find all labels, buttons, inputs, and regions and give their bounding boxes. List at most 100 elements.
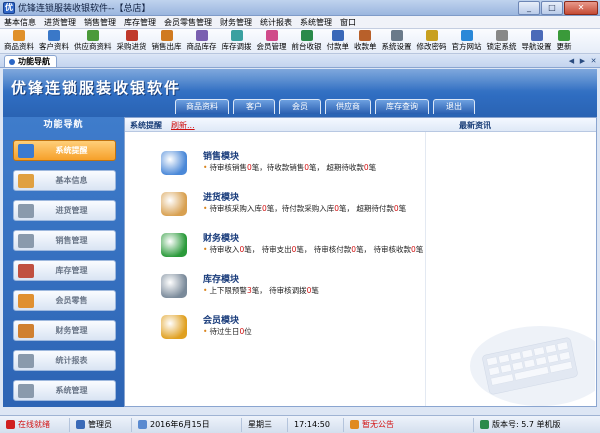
refresh-link[interactable]: 刷新... <box>171 120 195 131</box>
menu-sales[interactable]: 销售管理 <box>80 17 120 28</box>
sidebar-item-label: 系统提醒 <box>55 146 88 155</box>
module-title: 进货模块 <box>203 193 240 203</box>
module-book[interactable]: 销售模块 • 待审核销售0笔，待收款销售0笔， 超期待收款0笔 <box>161 149 461 185</box>
toolbar-transfer-button[interactable]: 库存调拨 <box>220 29 254 51</box>
menu-finance[interactable]: 财务管理 <box>216 17 256 28</box>
version-icon <box>480 420 489 429</box>
bullet-icon: • <box>203 163 208 172</box>
tab-next-icon[interactable]: ▶ <box>578 57 587 66</box>
banner-nav-tab[interactable]: 库存查询 <box>375 99 429 114</box>
toolbar-label: 商品库存 <box>186 42 217 51</box>
banner-nav: 商品资料 客户 会员 供应商 库存查询 退出 <box>175 99 479 114</box>
product-icon <box>13 30 25 41</box>
close-button[interactable]: ✕ <box>564 0 598 15</box>
menu-system[interactable]: 系统管理 <box>296 17 336 28</box>
toolbar-label: 客户资料 <box>39 42 69 51</box>
toolbar-password-button[interactable]: 修改密码 <box>415 29 449 51</box>
toolbar-nav-settings-button[interactable]: 导航设置 <box>520 29 554 51</box>
tab-close-icon[interactable]: ✕ <box>589 57 598 66</box>
receipt-icon <box>359 30 372 41</box>
customer-icon <box>48 30 60 41</box>
module-detail-text: 待审核销售 <box>209 163 247 172</box>
toolbar-label: 付款单 <box>326 42 350 51</box>
status-notice[interactable]: 暂无公告 <box>344 417 474 432</box>
box-icon <box>161 192 187 216</box>
toolbar-label: 库存调拨 <box>221 42 252 51</box>
toolbar-stock-button[interactable]: 商品库存 <box>185 29 219 51</box>
bullet-icon: • <box>203 327 208 336</box>
module-detail-text: 待过生日 <box>209 327 240 336</box>
toolbar-cashier-button[interactable]: 前台收银 <box>290 29 324 51</box>
purchase-mgmt-icon <box>18 203 34 218</box>
sidebar-item-member-retail[interactable]: 会员零售 <box>13 290 116 311</box>
main-panel: 系统提醒 刷新... 最新资讯 销售模块 • 待审核销售0笔，待收款销售0笔， 超期… <box>124 117 597 407</box>
module-title: 销售模块 <box>203 152 240 162</box>
lock-icon <box>495 30 508 41</box>
toolbar-payment-button[interactable]: 付款单 <box>325 29 352 51</box>
basic-info-icon <box>18 173 34 188</box>
banner-title: 优锋连锁服装收银软件 <box>11 79 182 97</box>
module-detail-text: 笔， 超期待收款 <box>309 163 364 172</box>
toolbar-label: 系统设置 <box>381 42 412 51</box>
menu-stock[interactable]: 库存管理 <box>120 17 160 28</box>
bullet-icon: • <box>203 204 208 213</box>
toolbar-purchase-button[interactable]: 采购进货 <box>115 29 149 51</box>
module-detail-text: 笔 <box>368 163 377 172</box>
menu-purchase[interactable]: 进货管理 <box>40 17 80 28</box>
banner-nav-tab[interactable]: 客户 <box>233 99 275 114</box>
status-version: 版本号: 5.7 单机版 <box>474 418 600 432</box>
status-operator: 管理员 <box>70 417 132 432</box>
toolbar-customer-button[interactable]: 客户资料 <box>37 29 71 51</box>
sidebar-item-label: 统计报表 <box>55 356 88 365</box>
toolbar-sales-out-button[interactable]: 销售出库 <box>150 29 184 51</box>
sidebar-item-reminder[interactable]: 系统提醒 <box>13 140 116 161</box>
sidebar-item-stock-mgmt[interactable]: 库存管理 <box>13 260 116 281</box>
title-bar: 优 优锋连锁服装收银软件--【总店】 _ □ ✕ <box>0 0 600 16</box>
menu-member-retail[interactable]: 会员零售管理 <box>160 17 216 28</box>
toolbar-website-button[interactable]: 官方网站 <box>450 29 484 51</box>
tab-label: 功能导航 <box>18 57 50 66</box>
calendar-icon <box>138 420 147 429</box>
toolbar-settings-button[interactable]: 系统设置 <box>380 29 414 51</box>
module-box[interactable]: 进货模块 • 待审核采购入库0笔，待付款采购入库0笔， 超期待付款0笔 <box>161 190 461 226</box>
chat-icon <box>161 315 187 339</box>
module-database[interactable]: 库存模块 • 上下限预警3笔， 待审核调拨0笔 <box>161 272 461 308</box>
toolbar-label: 导航设置 <box>521 42 552 51</box>
module-chat[interactable]: 会员模块 • 待过生日0位 <box>161 313 461 349</box>
banner-nav-tab[interactable]: 商品资料 <box>175 99 229 114</box>
toolbar-update-button[interactable]: 更新 <box>555 29 574 51</box>
status-ready-icon <box>6 420 15 429</box>
toolbar-label: 官方网站 <box>451 42 482 51</box>
sidebar-item-label: 系统管理 <box>55 386 88 395</box>
status-weekday: 星期三 <box>242 417 288 432</box>
toolbar-product-button[interactable]: 商品资料 <box>2 29 36 51</box>
sidebar-item-basic-info[interactable]: 基本信息 <box>13 170 116 191</box>
status-time: 17:14:50 <box>288 417 344 432</box>
sidebar-item-purchase-mgmt[interactable]: 进货管理 <box>13 200 116 221</box>
menu-window[interactable]: 窗口 <box>336 17 360 28</box>
sidebar-item-label: 进货管理 <box>55 206 88 215</box>
toolbar-lock-button[interactable]: 锁定系统 <box>485 29 519 51</box>
tab-function-nav[interactable]: 功能导航 <box>4 55 57 67</box>
toolbar-receipt-button[interactable]: 收款单 <box>352 29 379 51</box>
toolbar-label: 供应商资料 <box>74 42 112 51</box>
sidebar-item-finance-mgmt[interactable]: 财务管理 <box>13 320 116 341</box>
sidebar-item-report[interactable]: 统计报表 <box>13 350 116 371</box>
status-operator-text: 管理员 <box>88 420 112 429</box>
menu-basic-info[interactable]: 基本信息 <box>0 17 40 28</box>
menu-reports[interactable]: 统计报表 <box>256 17 296 28</box>
banner-nav-tab[interactable]: 退出 <box>433 99 475 114</box>
banner-nav-tab[interactable]: 供应商 <box>325 99 371 114</box>
maximize-button[interactable]: □ <box>541 0 563 15</box>
module-detail-text: 笔， 待审支出 <box>244 245 292 254</box>
tab-prev-icon[interactable]: ◀ <box>567 57 576 66</box>
toolbar-supplier-button[interactable]: 供应商资料 <box>72 29 114 51</box>
status-time-text: 17:14:50 <box>294 420 330 429</box>
module-detail-text: 待审核采购入库 <box>209 204 262 213</box>
sidebar-item-system-mgmt[interactable]: 系统管理 <box>13 380 116 401</box>
minimize-button[interactable]: _ <box>518 0 540 15</box>
toolbar-member-button[interactable]: 会员管理 <box>255 29 289 51</box>
module-money[interactable]: 财务模块 • 待审收入0笔， 待审支出0笔， 待审核付款0笔， 待审核收款0笔 <box>161 231 461 267</box>
sidebar-item-sales-mgmt[interactable]: 销售管理 <box>13 230 116 251</box>
banner-nav-tab[interactable]: 会员 <box>279 99 321 114</box>
